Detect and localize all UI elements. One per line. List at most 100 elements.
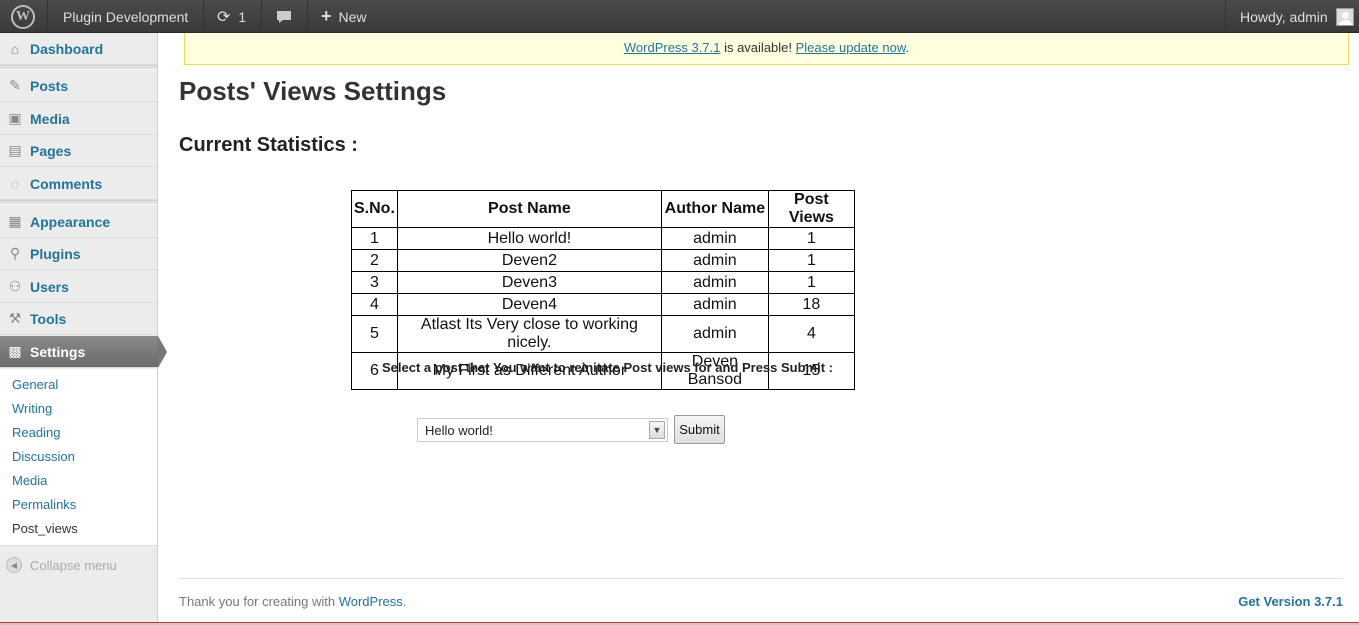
comment-icon: ◌ xyxy=(10,175,20,192)
sidebar-item-dashboard[interactable]: ⌂ Dashboard xyxy=(0,33,157,65)
plus-icon: + xyxy=(321,6,332,26)
footer-thanks: Thank you for creating with WordPress. xyxy=(179,594,406,609)
site-name-link[interactable]: Plugin Development xyxy=(63,0,188,33)
cell-post-views: 1 xyxy=(767,271,855,294)
admin-sidebar: ⌂ Dashboard ✎ Posts ▣ Media ▤ Pages ◌ Comment… xyxy=(0,33,158,625)
submenu-permalinks[interactable]: Permalinks xyxy=(12,497,76,512)
sidebar-item-label: Pages xyxy=(30,142,72,159)
sidebar-item-posts[interactable]: ✎ Posts xyxy=(0,70,157,102)
table-header-row: S.No. Post Name Author Name Post Views xyxy=(351,190,855,228)
updates-count: 1 xyxy=(238,8,247,25)
table-row: 1 Hello world! admin 1 xyxy=(351,227,855,250)
column-header-author-name: Author Name xyxy=(660,190,769,228)
cell-author-name: admin xyxy=(660,271,769,294)
table-row: 3 Deven3 admin 1 xyxy=(351,271,855,294)
users-icon: ⚇ xyxy=(8,278,22,294)
submenu-media[interactable]: Media xyxy=(12,473,47,488)
cell-sno: 5 xyxy=(351,315,398,353)
cell-sno: 2 xyxy=(351,249,398,272)
settings-icon: ▩ xyxy=(8,343,22,359)
chevron-down-icon[interactable]: ▼ xyxy=(649,421,665,439)
cell-author-name: admin xyxy=(660,227,769,250)
sidebar-item-label: Dashboard xyxy=(30,40,104,57)
cell-sno: 4 xyxy=(351,293,398,316)
reinit-prompt: Select a post that You want to reinitate… xyxy=(382,360,834,375)
footer-thanks-text: Thank you for creating with xyxy=(179,594,339,609)
new-content-link[interactable]: + New xyxy=(321,0,367,33)
footer-divider xyxy=(179,578,1343,579)
cell-post-name: Hello world! xyxy=(396,227,662,250)
update-notice: WordPress 3.7.1 is available! Please upd… xyxy=(184,33,1349,65)
my-account-link[interactable]: Howdy, admin xyxy=(1240,0,1354,33)
submit-button[interactable]: Submit xyxy=(674,415,725,444)
wordpress-logo-icon[interactable]: W xyxy=(11,0,35,33)
comments-link[interactable] xyxy=(275,0,293,33)
avatar xyxy=(1335,7,1354,26)
sidebar-item-label: Users xyxy=(30,278,69,295)
sidebar-item-label: Comments xyxy=(30,175,103,192)
update-now-link[interactable]: Please update now xyxy=(796,40,906,55)
comment-bubble-icon xyxy=(277,10,291,23)
collapse-arrow-icon: ◀ xyxy=(6,557,22,573)
sidebar-item-settings[interactable]: ▩ Settings xyxy=(0,336,158,368)
cell-post-name: Deven2 xyxy=(396,249,662,272)
cell-author-name: admin xyxy=(660,315,769,353)
camera-icon: ▣ xyxy=(8,110,22,126)
tools-icon: ⚒ xyxy=(8,310,22,326)
refresh-icon: ⟳ xyxy=(217,8,231,26)
cell-post-views: 18 xyxy=(767,293,855,316)
sidebar-item-media[interactable]: ▣ Media xyxy=(0,103,157,135)
submenu-general[interactable]: General xyxy=(12,377,58,392)
settings-submenu: General Writing Reading Discussion Media… xyxy=(0,369,157,546)
sidebar-item-pages[interactable]: ▤ Pages xyxy=(0,135,157,167)
footer-wordpress-link[interactable]: WordPress xyxy=(339,594,403,609)
cell-sno: 3 xyxy=(351,271,398,294)
sidebar-item-users[interactable]: ⚇ Users xyxy=(0,271,157,303)
sidebar-item-comments[interactable]: ◌ Comments xyxy=(0,168,157,200)
sidebar-item-tools[interactable]: ⚒ Tools xyxy=(0,303,157,335)
howdy-text: Howdy, admin xyxy=(1240,8,1328,25)
cell-post-name: Deven3 xyxy=(396,271,662,294)
collapse-menu-button[interactable]: ◀ Collapse menu xyxy=(6,557,117,573)
table-row: 5 Atlast Its Very close to working nicel… xyxy=(351,315,855,353)
sidebar-item-appearance[interactable]: ▦ Appearance xyxy=(0,206,157,238)
home-icon: ⌂ xyxy=(10,40,20,57)
column-header-post-views: Post Views xyxy=(767,190,855,228)
sidebar-item-label: Appearance xyxy=(30,213,111,230)
page-title: Posts' Views Settings xyxy=(179,76,447,106)
column-header-sno: S.No. xyxy=(351,190,398,228)
appearance-icon: ▦ xyxy=(8,213,22,229)
sidebar-item-label: Media xyxy=(30,110,70,127)
plugin-icon: ⚲ xyxy=(9,245,21,261)
footer-period: . xyxy=(402,594,407,609)
sidebar-item-label: Plugins xyxy=(30,245,81,262)
sidebar-item-label: Tools xyxy=(30,310,67,327)
active-menu-arrow xyxy=(158,336,167,368)
pin-icon: ✎ xyxy=(9,77,21,93)
section-heading: Current Statistics : xyxy=(179,134,358,156)
wordpress-version-link[interactable]: WordPress 3.7.1 xyxy=(624,40,721,55)
cell-post-name: Atlast Its Very close to working nicely. xyxy=(396,315,662,353)
cell-sno: 1 xyxy=(351,227,398,250)
cell-author-name: admin xyxy=(660,249,769,272)
post-select-value: Hello world! xyxy=(425,422,493,438)
collapse-label: Collapse menu xyxy=(30,557,117,573)
cell-post-views: 4 xyxy=(767,315,855,353)
pages-icon: ▤ xyxy=(8,142,22,158)
cell-post-name: Deven4 xyxy=(396,293,662,316)
sidebar-item-plugins[interactable]: ⚲ Plugins xyxy=(0,238,157,270)
cell-post-views: 1 xyxy=(767,249,855,272)
submenu-reading[interactable]: Reading xyxy=(12,425,60,440)
notice-text: is available! xyxy=(720,40,796,55)
table-row: 4 Deven4 admin 18 xyxy=(351,293,855,316)
updates-link[interactable]: ⟳ 1 xyxy=(217,0,246,33)
post-select[interactable]: Hello world! ▼ xyxy=(417,418,668,442)
column-header-post-name: Post Name xyxy=(396,190,662,228)
submenu-discussion[interactable]: Discussion xyxy=(12,449,75,464)
submenu-writing[interactable]: Writing xyxy=(12,401,52,416)
get-version-link[interactable]: Get Version 3.7.1 xyxy=(1238,594,1343,609)
admin-bar: W Plugin Development ⟳ 1 + New Howdy, ad… xyxy=(0,0,1359,33)
submenu-post-views[interactable]: Post_views xyxy=(12,521,78,536)
notice-period: . xyxy=(905,40,910,55)
sidebar-item-label: Posts xyxy=(30,77,69,94)
